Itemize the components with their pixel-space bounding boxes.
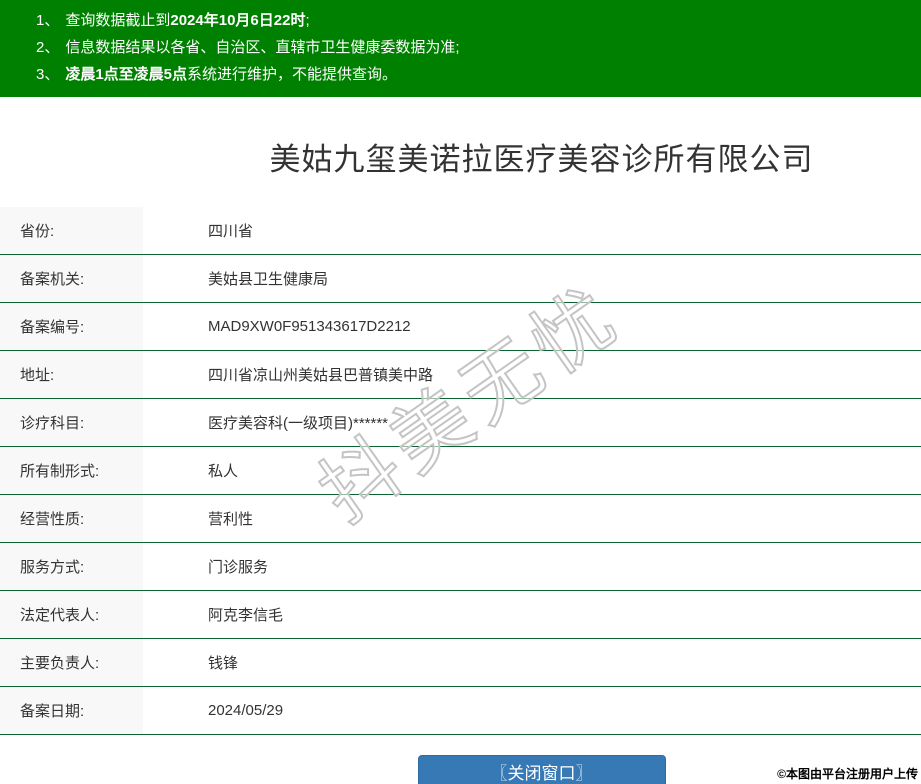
table-row-business-nature: 经营性质: 营利性 [0, 495, 921, 543]
table-row-filing-authority: 备案机关: 美姑县卫生健康局 [0, 255, 921, 303]
row-label: 诊疗科目: [0, 399, 143, 446]
row-label: 省份: [0, 207, 143, 254]
row-label: 服务方式: [0, 543, 143, 590]
notice-number: 3、 [36, 66, 60, 83]
notice-text: ; [305, 12, 310, 29]
row-value: 2024/05/29 [143, 687, 921, 734]
notice-header: 1、 查询数据截止到2024年10月6日22时; 2、 信息数据结果以各省、自治区、… [0, 0, 921, 97]
row-label: 所有制形式: [0, 447, 143, 494]
notice-text-bold: 2024年10月6日22时 [170, 12, 306, 29]
row-label: 法定代表人: [0, 591, 143, 638]
row-value: 钱锋 [143, 639, 921, 686]
table-row-filing-number: 备案编号: MAD9XW0F951343617D2212 [0, 303, 921, 351]
row-label: 主要负责人: [0, 639, 143, 686]
row-value: 医疗美容科(一级项目)****** [143, 399, 921, 446]
table-row-person-in-charge: 主要负责人: 钱锋 [0, 639, 921, 687]
row-label: 经营性质: [0, 495, 143, 542]
row-label: 备案日期: [0, 687, 143, 734]
notice-line-2: 2、 信息数据结果以各省、自治区、直辖市卫生健康委数据为准; [36, 34, 921, 61]
page-title: 美姑九玺美诺拉医疗美容诊所有限公司 [269, 142, 814, 177]
close-window-button[interactable]: 〖关闭窗口〗 [417, 755, 666, 784]
notice-text: 信息数据结果以各省、自治区、直辖市卫生健康委数据为准; [65, 39, 460, 56]
row-label: 地址: [0, 351, 143, 398]
record-table: 省份: 四川省 备案机关: 美姑县卫生健康局 备案编号: MAD9XW0F951… [0, 207, 921, 735]
row-value: 私人 [143, 447, 921, 494]
title-wrap: 美姑九玺美诺拉医疗美容诊所有限公司 [81, 134, 921, 179]
table-row-legal-representative: 法定代表人: 阿克李信毛 [0, 591, 921, 639]
table-row-filing-date: 备案日期: 2024/05/29 [0, 687, 921, 735]
row-value: 门诊服务 [143, 543, 921, 590]
notice-line-3: 3、 凌晨1点至凌晨5点系统进行维护，不能提供查询。 [36, 61, 921, 88]
row-value: 阿克李信毛 [143, 591, 921, 638]
notice-line-1: 1、 查询数据截止到2024年10月6日22时; [36, 7, 921, 34]
notice-text: 查询数据截止到 [65, 12, 171, 29]
row-value: 美姑县卫生健康局 [143, 255, 921, 302]
table-row-province: 省份: 四川省 [0, 207, 921, 255]
table-row-medical-subjects: 诊疗科目: 医疗美容科(一级项目)****** [0, 399, 921, 447]
notice-number: 2、 [36, 39, 60, 56]
table-row-address: 地址: 四川省凉山州美姑县巴普镇美中路 [0, 351, 921, 399]
notice-text: 系统进行维护，不能提供查询。 [187, 66, 398, 83]
table-row-ownership: 所有制形式: 私人 [0, 447, 921, 495]
row-label: 备案机关: [0, 255, 143, 302]
table-row-service-mode: 服务方式: 门诊服务 [0, 543, 921, 591]
row-value: 四川省 [143, 207, 921, 254]
footer-credit: ©本图由平台注册用户上传 [777, 767, 918, 781]
row-value: 四川省凉山州美姑县巴普镇美中路 [143, 351, 921, 398]
row-value: 营利性 [143, 495, 921, 542]
notice-text-bold: 凌晨1点至凌晨5点 [65, 66, 188, 83]
row-label: 备案编号: [0, 303, 143, 350]
row-value: MAD9XW0F951343617D2212 [143, 303, 921, 350]
notice-number: 1、 [36, 12, 60, 29]
